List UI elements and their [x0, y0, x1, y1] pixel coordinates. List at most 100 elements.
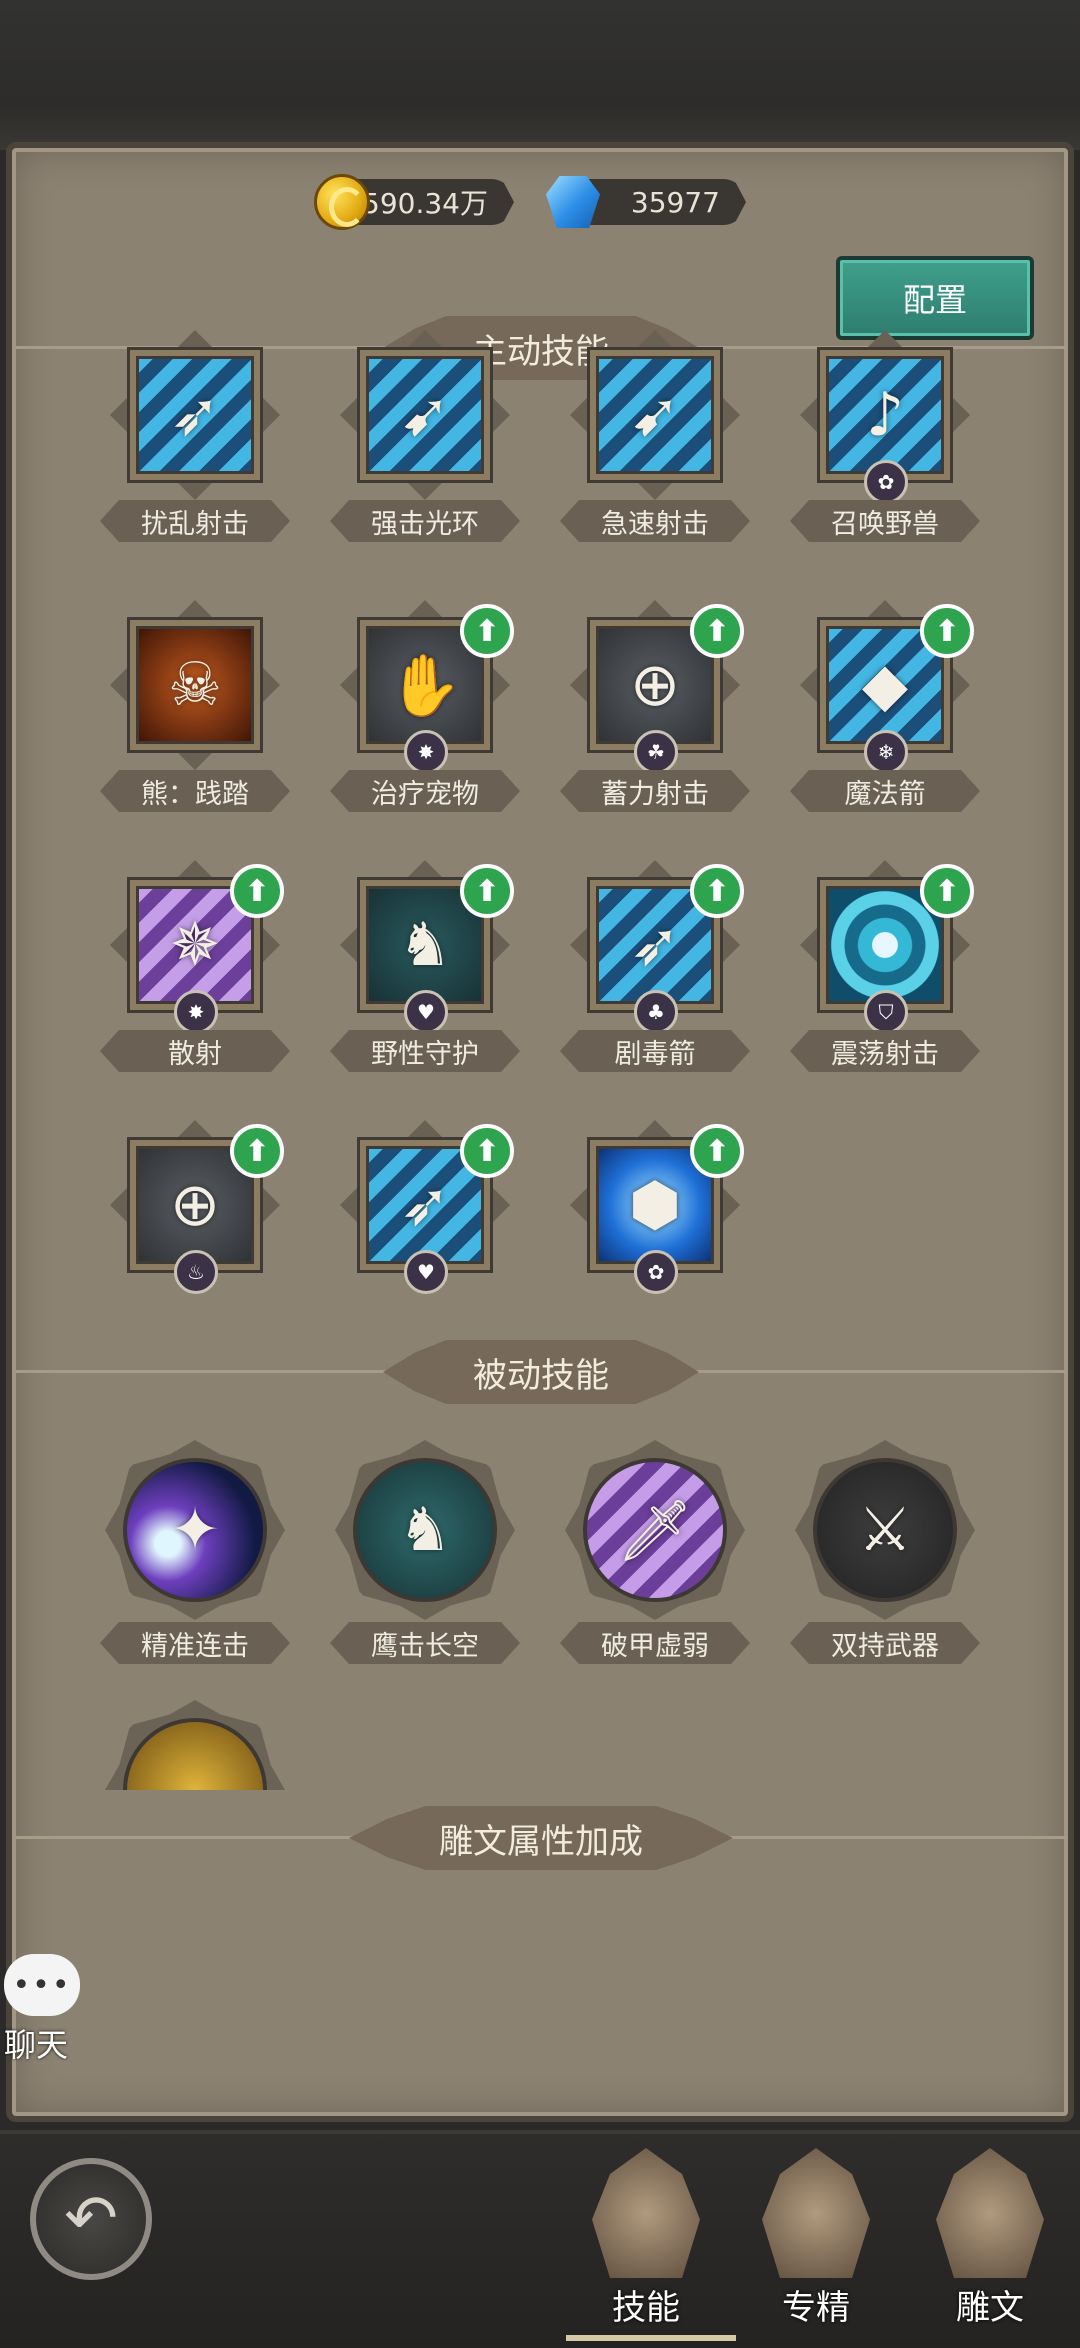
rune-badge-icon: ♥	[404, 1250, 448, 1294]
passive-label: 双持武器	[790, 1622, 980, 1664]
back-arrow-icon[interactable]: ↶	[30, 2158, 152, 2280]
upgrade-arrow-icon[interactable]: ⬆	[460, 1124, 514, 1178]
active-skill[interactable]: ◆ ⬆ ❄ 魔法箭	[780, 600, 990, 830]
rune-badge-icon: ♨	[174, 1250, 218, 1294]
upgrade-arrow-icon[interactable]: ⬆	[460, 604, 514, 658]
passive-skills-header: 被动技能	[16, 1332, 1066, 1412]
skill-frame: ☠	[110, 600, 280, 770]
active-skill[interactable]: ⊕ ⬆ ♨	[90, 1120, 300, 1350]
skill-frame: ➹	[340, 330, 510, 500]
upgrade-arrow-icon[interactable]: ⬆	[230, 864, 284, 918]
passive-frame	[105, 1700, 285, 1790]
gem-amount: 35977	[572, 179, 746, 225]
upgrade-arrow-icon[interactable]: ⬆	[230, 1124, 284, 1178]
passive-skill[interactable]: ⚔ 双持武器	[780, 1440, 990, 1670]
skill-label: 震荡射击	[790, 1030, 980, 1072]
rune-claw-icon	[936, 2148, 1044, 2278]
top-background	[0, 0, 1080, 150]
rune-badge-icon: ✿	[864, 460, 908, 504]
passive-frame: ⚔	[795, 1440, 975, 1620]
skill-label: 扰乱射击	[100, 500, 290, 542]
active-skill[interactable]: ♪ ✿ 召唤野兽	[780, 330, 990, 560]
skill-art: ➹	[590, 350, 720, 480]
passive-icon: ⚔	[858, 1495, 912, 1565]
active-skill[interactable]: ➶ 扰乱射击	[90, 330, 300, 560]
skill-label: 散射	[100, 1030, 290, 1072]
rune-bonus-header: 雕文属性加成	[16, 1798, 1066, 1878]
skill-label: 急速射击	[560, 500, 750, 542]
specialization-emblem-icon	[762, 2148, 870, 2278]
rune-badge-icon: ✿	[634, 1250, 678, 1294]
chat-label: 聊天	[4, 2026, 69, 2064]
tab-specialization[interactable]: 专精	[736, 2148, 896, 2348]
active-skill[interactable]: ➶ ⬆ ♥	[320, 1120, 530, 1350]
active-skill[interactable]: ♞ ⬆ ♥ 野性守护	[320, 860, 530, 1090]
upgrade-arrow-icon[interactable]: ⬆	[920, 604, 974, 658]
passive-art: ⚔	[813, 1458, 957, 1602]
passive-art	[123, 1718, 267, 1790]
passive-skill[interactable]: ♞ 鹰击长空	[320, 1440, 530, 1670]
active-skill[interactable]: ⊕ ⬆ ☘ 蓄力射击	[550, 600, 760, 830]
passive-art: ♞	[353, 1458, 497, 1602]
skill-art: ➹	[360, 350, 490, 480]
passive-art: ✦	[123, 1458, 267, 1602]
active-skill[interactable]: ✋ ⬆ ✸ 治疗宠物	[320, 600, 530, 830]
rune-badge-icon: ✸	[404, 730, 448, 774]
active-skill[interactable]: ✵ ⬆ ✸ 散射	[90, 860, 300, 1090]
skill-art: ➶	[130, 350, 260, 480]
upgrade-arrow-icon[interactable]: ⬆	[690, 1124, 744, 1178]
rune-badge-icon: ♣	[634, 990, 678, 1034]
active-skill[interactable]: ⬢ ⬆ ✿	[550, 1120, 760, 1350]
upgrade-arrow-icon[interactable]: ⬆	[460, 864, 514, 918]
skill-label: 熊：践踏	[100, 770, 290, 812]
skill-icon: ➹	[399, 380, 451, 450]
skill-label: 蓄力射击	[560, 770, 750, 812]
passive-icon: ✦	[169, 1495, 221, 1565]
gold-coin-icon	[314, 174, 370, 230]
tab-label: 雕文	[956, 2288, 1024, 2328]
tab-runes[interactable]: 雕文	[910, 2148, 1070, 2348]
passive-frame: ✦	[105, 1440, 285, 1620]
section-title: 被动技能	[383, 1340, 699, 1404]
skill-label: 治疗宠物	[330, 770, 520, 812]
active-skill[interactable]: ➹ 急速射击	[550, 330, 760, 560]
upgrade-arrow-icon[interactable]: ⬆	[690, 604, 744, 658]
passive-skill[interactable]: ✦ 精准连击	[90, 1440, 300, 1670]
rune-badge-icon: ❄	[864, 730, 908, 774]
passive-frame: 🗡	[565, 1440, 745, 1620]
skill-label: 强击光环	[330, 500, 520, 542]
skill-label: 野性守护	[330, 1030, 520, 1072]
upgrade-arrow-icon[interactable]: ⬆	[920, 864, 974, 918]
passive-icon: ♞	[398, 1495, 452, 1565]
passive-frame: ♞	[335, 1440, 515, 1620]
active-skill[interactable]: ☠ 熊：践踏	[90, 600, 300, 830]
passive-skill[interactable]: 🗡 破甲虚弱	[550, 1440, 760, 1670]
rune-badge-icon: ☘	[634, 730, 678, 774]
passive-label: 精准连击	[100, 1622, 290, 1664]
gold-display: 4590.34万	[314, 174, 514, 230]
section-title: 雕文属性加成	[349, 1806, 733, 1870]
passive-art: 🗡	[583, 1458, 727, 1602]
skill-label: 召唤野兽	[790, 500, 980, 542]
gem-display: 35977	[546, 176, 746, 228]
rune-badge-icon: ♥	[404, 990, 448, 1034]
skill-art: ☠	[130, 620, 260, 750]
active-skill[interactable]: ⬆ ⛉ 震荡射击	[780, 860, 990, 1090]
tab-label: 技能	[612, 2288, 680, 2328]
passive-label: 破甲虚弱	[560, 1622, 750, 1664]
passive-label: 鹰击长空	[330, 1622, 520, 1664]
upgrade-arrow-icon[interactable]: ⬆	[690, 864, 744, 918]
skill-icon: ➹	[629, 380, 681, 450]
rune-badge-icon: ⛉	[864, 990, 908, 1034]
passive-icon: 🗡	[616, 1495, 694, 1566]
tab-skills[interactable]: 技能	[566, 2148, 736, 2348]
skill-frame: ➶	[110, 330, 280, 500]
passive-icon	[127, 1722, 263, 1790]
skill-icon: ☠	[168, 650, 222, 720]
passive-skill[interactable]	[90, 1700, 300, 1790]
active-skill[interactable]: ➹ 强击光环	[320, 330, 530, 560]
skill-icon: ♪	[865, 380, 905, 450]
skill-label: 魔法箭	[790, 770, 980, 812]
chat-button[interactable]: ••• 聊天	[4, 1954, 84, 2064]
active-skill[interactable]: ➶ ⬆ ♣ 剧毒箭	[550, 860, 760, 1090]
